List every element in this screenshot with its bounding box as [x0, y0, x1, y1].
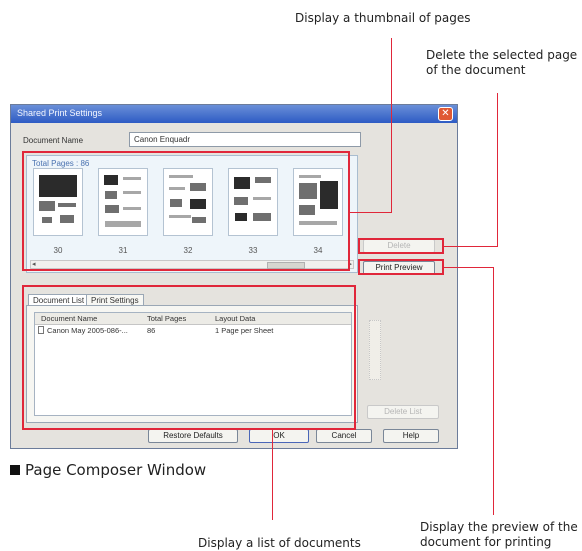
connector-thumbnail-h: [348, 212, 392, 213]
window-title: Shared Print Settings: [17, 108, 103, 118]
caption: Page Composer Window: [10, 461, 206, 479]
cancel-button[interactable]: Cancel: [316, 429, 372, 443]
highlight-delete-button: [358, 238, 444, 254]
ok-button[interactable]: OK: [249, 429, 309, 443]
caption-text: Page Composer Window: [25, 461, 207, 479]
connector-list: [272, 430, 273, 520]
help-button[interactable]: Help: [383, 429, 439, 443]
connector-delete-h: [444, 246, 498, 247]
connector-preview-h: [444, 267, 494, 268]
connector-preview: [493, 267, 494, 515]
annotation-preview-line2: document for printing: [420, 535, 552, 549]
annotation-delete: Delete the selected page of the document: [426, 48, 582, 78]
connector-thumbnail: [391, 38, 392, 213]
restore-defaults-button[interactable]: Restore Defaults: [148, 429, 238, 443]
highlight-print-preview-button: [358, 259, 444, 275]
annotation-preview-line1: Display the preview of the: [420, 520, 578, 534]
delete-list-button[interactable]: Delete List: [367, 405, 439, 419]
highlight-document-list: [22, 285, 356, 430]
document-name-label: Document Name: [23, 136, 84, 145]
close-icon[interactable]: ✕: [438, 107, 453, 121]
highlight-thumbnails: [22, 151, 350, 271]
caption-bullet: [10, 465, 20, 475]
annotation-delete-line1: Delete the selected page: [426, 48, 578, 62]
annotation-preview: Display the preview of the document for …: [420, 520, 582, 550]
document-name-field[interactable]: Canon Enquadr: [129, 132, 361, 147]
annotation-thumbnail: Display a thumbnail of pages: [295, 11, 471, 25]
connector-delete: [497, 93, 498, 247]
annotation-delete-line2: of the document: [426, 63, 526, 77]
list-order-controls[interactable]: [369, 320, 381, 380]
